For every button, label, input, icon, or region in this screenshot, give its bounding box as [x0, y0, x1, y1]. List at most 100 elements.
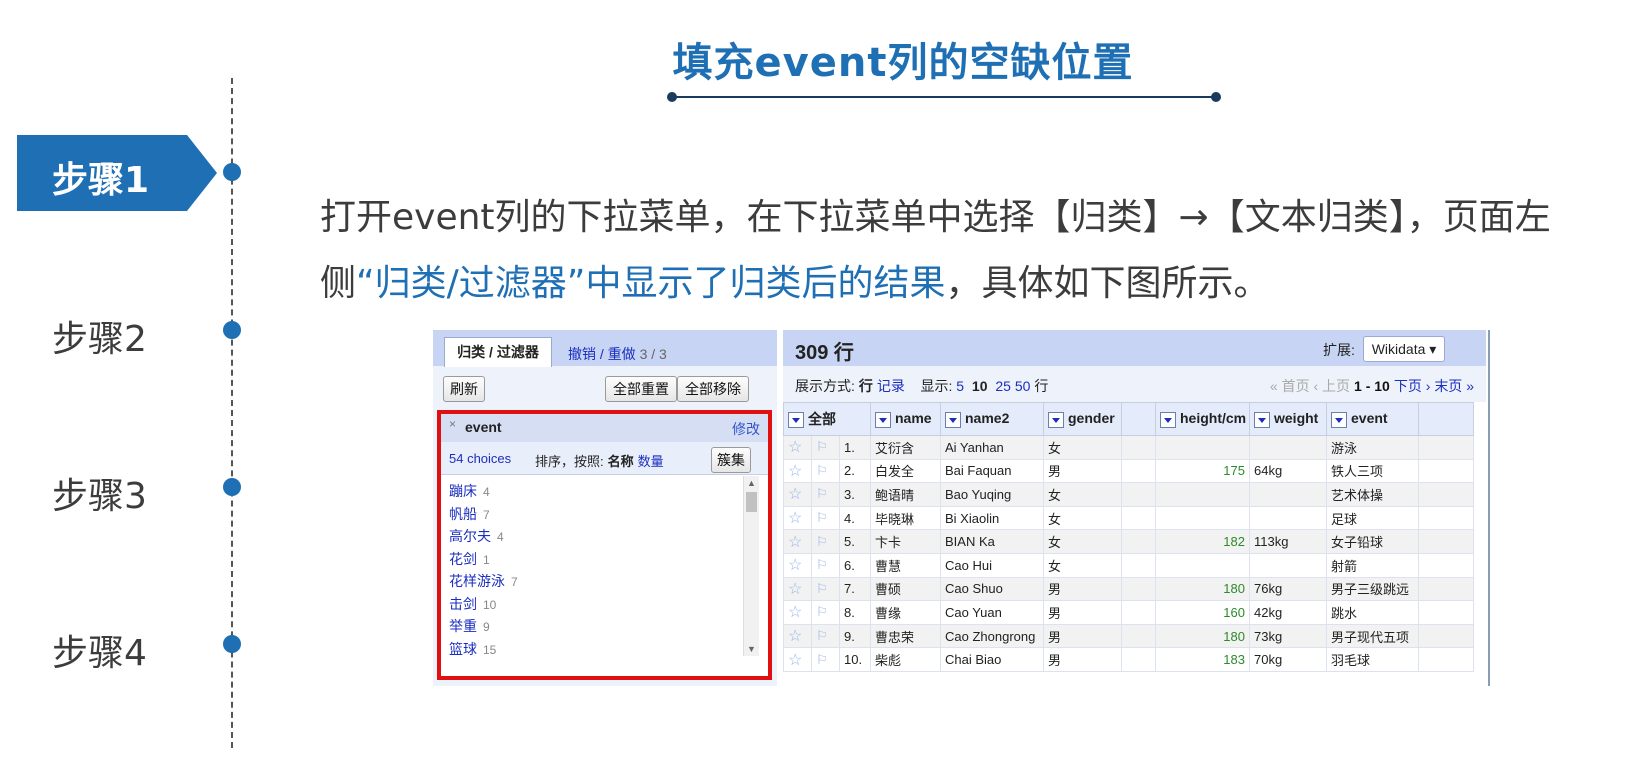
star-icon[interactable]: ☆	[783, 529, 812, 554]
cell-height[interactable]: 180	[1155, 576, 1250, 602]
wikidata-dropdown[interactable]: Wikidata ▾	[1363, 336, 1445, 362]
flag-icon[interactable]: ⚐	[811, 505, 840, 531]
dropdown-icon[interactable]	[1160, 411, 1176, 428]
cell-gender[interactable]: 女	[1043, 552, 1122, 578]
cell-name2[interactable]: Ai Yanhan	[940, 435, 1044, 460]
scroll-down-icon[interactable]: ▼	[747, 644, 756, 654]
cell-gender[interactable]: 男	[1043, 647, 1122, 672]
cell-event[interactable]: 游泳	[1326, 435, 1419, 460]
star-icon[interactable]: ☆	[783, 600, 812, 625]
cell-weight[interactable]: 42kg	[1249, 600, 1327, 625]
facet-choice[interactable]: 花剑 1	[449, 548, 734, 571]
flag-icon[interactable]: ⚐	[811, 482, 840, 507]
cell-name[interactable]: 艾衍含	[870, 435, 941, 460]
step-4-label[interactable]: 步骤4	[52, 624, 147, 676]
cell-height[interactable]: 160	[1155, 600, 1250, 625]
scroll-thumb[interactable]	[746, 492, 757, 512]
cell-height[interactable]: 183	[1155, 647, 1250, 672]
cluster-button[interactable]: 簇集	[711, 447, 751, 473]
cell-gender[interactable]: 女	[1043, 529, 1122, 554]
cell-height[interactable]: 180	[1155, 623, 1250, 649]
flag-icon[interactable]: ⚐	[811, 552, 840, 578]
col-header-gender[interactable]: gender	[1043, 402, 1122, 436]
cell-name[interactable]: 白发全	[870, 458, 941, 484]
cell-name[interactable]: 毕晓琳	[870, 505, 941, 531]
close-icon[interactable]: ×	[449, 417, 456, 431]
show-5[interactable]: 5	[956, 378, 964, 394]
col-header-name2[interactable]: name2	[940, 402, 1044, 436]
cell-weight[interactable]: 76kg	[1249, 576, 1327, 602]
cell-height[interactable]	[1155, 505, 1250, 531]
step-3-label[interactable]: 步骤3	[52, 467, 147, 519]
cell-weight[interactable]: 70kg	[1249, 647, 1327, 672]
cell-event[interactable]: 射箭	[1326, 552, 1419, 578]
flag-icon[interactable]: ⚐	[811, 647, 840, 672]
cell-gender[interactable]: 男	[1043, 576, 1122, 602]
dropdown-icon[interactable]	[945, 411, 961, 428]
cell-name2[interactable]: Cao Yuan	[940, 600, 1044, 625]
pager-last[interactable]: 末页 »	[1434, 378, 1474, 394]
cell-event[interactable]: 足球	[1326, 505, 1419, 531]
cell-weight[interactable]: 64kg	[1249, 458, 1327, 484]
cell-name[interactable]: 曹硕	[870, 576, 941, 602]
pager-next[interactable]: 下页 ›	[1394, 378, 1431, 394]
dropdown-icon[interactable]	[1254, 411, 1270, 428]
remove-all-button[interactable]: 全部移除	[677, 376, 749, 402]
facet-choice[interactable]: 高尔夫 4	[449, 525, 734, 548]
star-icon[interactable]: ☆	[783, 552, 812, 578]
flag-icon[interactable]: ⚐	[811, 600, 840, 625]
cell-name2[interactable]: Cao Hui	[940, 552, 1044, 578]
cell-name2[interactable]: Cao Zhongrong	[940, 623, 1044, 649]
cell-name2[interactable]: Bao Yuqing	[940, 482, 1044, 507]
view-rows[interactable]: 行	[859, 378, 873, 394]
facet-choice[interactable]: 举重 9	[449, 615, 734, 638]
star-icon[interactable]: ☆	[783, 482, 812, 507]
facet-choices-count[interactable]: 54 choices	[449, 451, 511, 466]
view-records[interactable]: 记录	[877, 378, 905, 394]
cell-name2[interactable]: BIAN Ka	[940, 529, 1044, 554]
flag-icon[interactable]: ⚐	[811, 623, 840, 649]
col-header-event[interactable]: event	[1326, 402, 1419, 436]
cell-weight[interactable]	[1249, 435, 1327, 460]
refresh-button[interactable]: 刷新	[443, 376, 485, 402]
cell-weight[interactable]: 73kg	[1249, 623, 1327, 649]
facet-scrollbar[interactable]: ▲ ▼	[743, 476, 759, 656]
dropdown-icon[interactable]	[875, 411, 891, 428]
facet-choice[interactable]: 帆船 7	[449, 503, 734, 526]
cell-gender[interactable]: 男	[1043, 623, 1122, 649]
flag-icon[interactable]: ⚐	[811, 576, 840, 602]
facet-choice[interactable]: 花样游泳 7	[449, 570, 734, 593]
cell-name[interactable]: 曹缘	[870, 600, 941, 625]
cell-weight[interactable]: 113kg	[1249, 529, 1327, 554]
scroll-up-icon[interactable]: ▲	[747, 478, 756, 488]
cell-height[interactable]	[1155, 435, 1250, 460]
col-header-height[interactable]: height/cm	[1155, 402, 1250, 436]
cell-name[interactable]: 曹忠荣	[870, 623, 941, 649]
cell-name2[interactable]: Cao Shuo	[940, 576, 1044, 602]
facet-choice[interactable]: 篮球 15	[449, 638, 734, 661]
cell-weight[interactable]	[1249, 482, 1327, 507]
cell-name2[interactable]: Bai Faquan	[940, 458, 1044, 484]
cell-gender[interactable]: 女	[1043, 435, 1122, 460]
star-icon[interactable]: ☆	[783, 647, 812, 672]
cell-height[interactable]	[1155, 552, 1250, 578]
flag-icon[interactable]: ⚐	[811, 529, 840, 554]
cell-event[interactable]: 男子三级跳远	[1326, 576, 1419, 602]
cell-height[interactable]	[1155, 482, 1250, 507]
cell-event[interactable]: 跳水	[1326, 600, 1419, 625]
cell-name2[interactable]: Bi Xiaolin	[940, 505, 1044, 531]
show-25[interactable]: 25	[995, 378, 1011, 394]
cell-event[interactable]: 铁人三项	[1326, 458, 1419, 484]
dropdown-icon[interactable]	[1048, 411, 1064, 428]
cell-name[interactable]: 卞卡	[870, 529, 941, 554]
tab-undo-redo[interactable]: 撤销 / 重做 3 / 3	[568, 344, 667, 364]
flag-icon[interactable]: ⚐	[811, 435, 840, 460]
cell-event[interactable]: 艺术体操	[1326, 482, 1419, 507]
cell-weight[interactable]	[1249, 505, 1327, 531]
star-icon[interactable]: ☆	[783, 576, 812, 602]
star-icon[interactable]: ☆	[783, 505, 812, 531]
cell-name[interactable]: 曹慧	[870, 552, 941, 578]
star-icon[interactable]: ☆	[783, 435, 812, 460]
cell-height[interactable]: 175	[1155, 458, 1250, 484]
facet-choice[interactable]: 蹦床 4	[449, 480, 734, 503]
